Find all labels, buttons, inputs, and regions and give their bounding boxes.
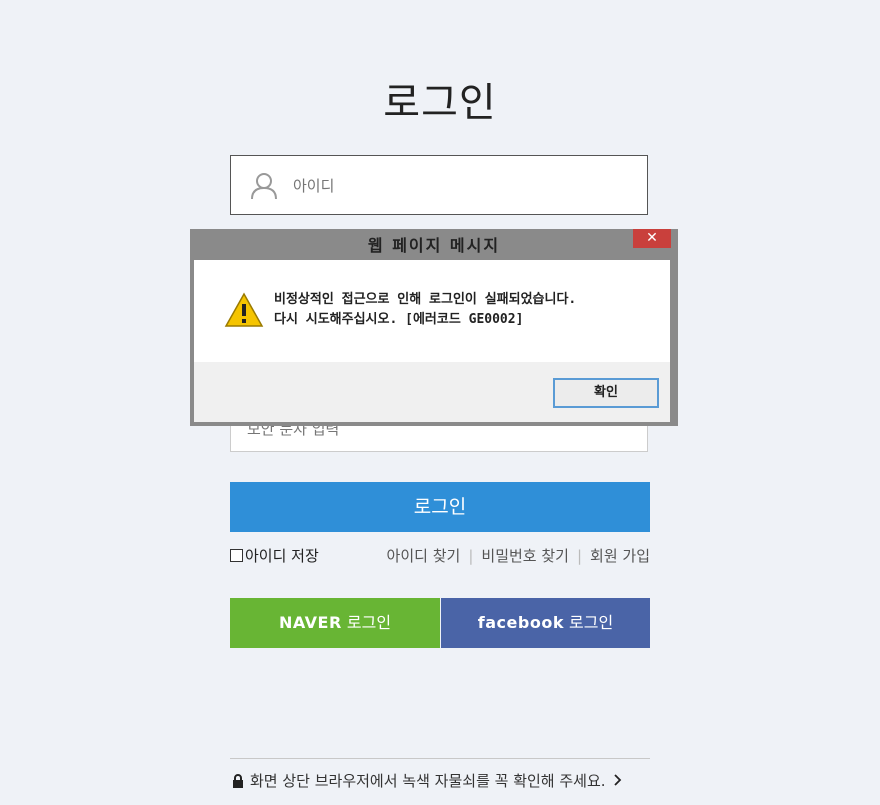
dialog-title: 웹 페이지 메시지	[367, 236, 501, 255]
account-links: 아이디 찾기 | 비밀번호 찾기 | 회원 가입	[387, 545, 650, 566]
dialog-footer: 확인	[194, 362, 670, 422]
security-notice-text: 화면 상단 브라우저에서 녹색 자물쇠를 꼭 확인해 주세요.	[250, 772, 606, 790]
naver-login-label: 로그인	[346, 613, 392, 632]
dialog-message-line2: 다시 시도해주십시오. [에러코드 GE0002]	[274, 312, 524, 327]
find-id-link[interactable]: 아이디 찾기	[387, 547, 461, 565]
warning-icon	[224, 292, 264, 332]
naver-brand: NAVER	[278, 613, 342, 632]
facebook-brand: facebook	[477, 613, 564, 632]
lock-icon	[232, 774, 244, 792]
link-separator: |	[576, 547, 583, 565]
page-title: 로그인	[383, 80, 497, 126]
security-notice[interactable]: 화면 상단 브라우저에서 녹색 자물쇠를 꼭 확인해 주세요.	[232, 770, 622, 792]
close-icon[interactable]: ✕	[633, 229, 671, 248]
divider	[230, 758, 650, 759]
dialog-titlebar[interactable]: 웹 페이지 메시지 ✕	[190, 229, 678, 257]
dialog-message-line1: 비정상적인 접근으로 인해 로그인이 실패되었습니다.	[274, 292, 577, 307]
message-dialog: 웹 페이지 메시지 ✕ 비정상적인 접근으로 인해 로그인이 실패되었습니다. …	[190, 229, 678, 426]
checkbox-icon[interactable]	[230, 549, 243, 562]
link-separator: |	[468, 547, 474, 565]
facebook-login-button[interactable]: facebook 로그인	[441, 598, 650, 648]
dialog-body: 비정상적인 접근으로 인해 로그인이 실패되었습니다. 다시 시도해주십시오. …	[194, 260, 670, 362]
naver-login-button[interactable]: NAVER 로그인	[230, 598, 440, 648]
find-password-link[interactable]: 비밀번호 찾기	[481, 547, 569, 565]
id-input[interactable]	[291, 170, 625, 202]
signup-link[interactable]: 회원 가입	[590, 547, 650, 565]
facebook-login-label: 로그인	[569, 613, 614, 632]
chevron-right-icon	[613, 772, 622, 790]
ok-button[interactable]: 확인	[553, 378, 659, 408]
save-id-label: 아이디 저장	[245, 547, 319, 565]
save-id-checkbox[interactable]: 아이디 저장	[230, 545, 319, 566]
id-field[interactable]	[230, 155, 648, 215]
dialog-message: 비정상적인 접근으로 인해 로그인이 실패되었습니다. 다시 시도해주십시오. …	[274, 290, 576, 330]
login-button[interactable]: 로그인	[230, 482, 650, 532]
login-options: 아이디 저장 아이디 찾기 | 비밀번호 찾기 | 회원 가입	[230, 545, 650, 567]
user-icon	[251, 172, 277, 204]
